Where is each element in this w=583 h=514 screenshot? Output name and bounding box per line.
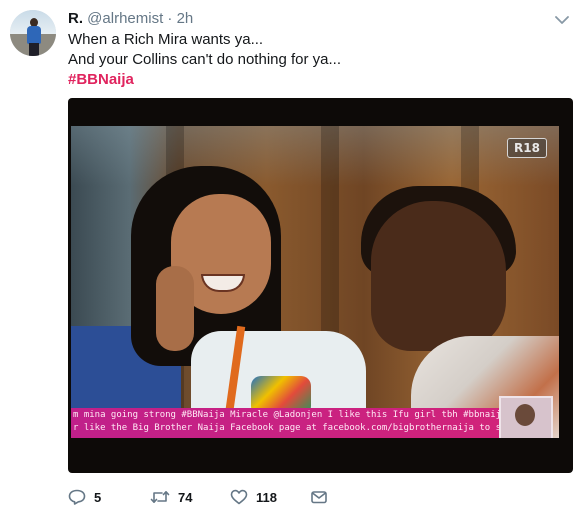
like-count: 118 xyxy=(256,489,277,505)
tweet-timestamp[interactable]: 2h xyxy=(177,10,194,27)
news-ticker: m mina going strong #BBNaija Miracle @La… xyxy=(71,408,501,438)
inset-thumbnail xyxy=(499,396,553,438)
separator-dot: · xyxy=(167,10,173,27)
tweet-actions: 5 74 118 xyxy=(68,487,573,507)
retweet-count: 74 xyxy=(178,489,193,505)
like-button[interactable]: 118 xyxy=(230,487,277,507)
tweet-text-line-1: When a Rich Mira wants ya... xyxy=(68,31,264,48)
tweet-text-line-2: And your Collins can't do nothing for ya… xyxy=(68,51,342,68)
reply-count: 5 xyxy=(94,489,102,505)
author-handle[interactable]: @alrhemist xyxy=(87,10,163,27)
avatar-person-body xyxy=(27,26,41,44)
ticker-line-2: r like the Big Brother Naija Facebook pa… xyxy=(73,423,501,433)
chevron-down-icon[interactable] xyxy=(555,12,569,24)
like-icon xyxy=(230,489,248,505)
avatar[interactable] xyxy=(10,10,56,56)
wall-highlight xyxy=(71,126,559,186)
retweet-icon xyxy=(150,489,170,505)
woman-hand xyxy=(156,266,194,351)
inset-face xyxy=(515,404,535,426)
tweet-text: When a Rich Mira wants ya... And your Co… xyxy=(68,30,341,90)
tweet: R. @alrhemist · 2h When a Rich Mira want… xyxy=(0,0,583,514)
ticker-line-1: m mina going strong #BBNaija Miracle @La… xyxy=(73,410,501,420)
hashtag-link[interactable]: #BBNaija xyxy=(68,70,341,90)
direct-message-button[interactable] xyxy=(310,487,328,507)
tweet-header: R. @alrhemist · 2h xyxy=(68,9,193,29)
reply-button[interactable]: 5 xyxy=(68,487,101,507)
author-name[interactable]: R. xyxy=(68,10,83,27)
retweet-button[interactable]: 74 xyxy=(150,487,192,507)
tweet-photo[interactable]: R18 m mina going strong #BBNaija Miracle… xyxy=(68,98,573,473)
man-head xyxy=(371,201,506,351)
reply-icon xyxy=(68,489,86,505)
direct-message-icon xyxy=(310,489,328,505)
rating-badge: R18 xyxy=(507,138,547,158)
avatar-person-legs xyxy=(29,43,39,56)
tv-screen: R18 m mina going strong #BBNaija Miracle… xyxy=(71,126,559,438)
